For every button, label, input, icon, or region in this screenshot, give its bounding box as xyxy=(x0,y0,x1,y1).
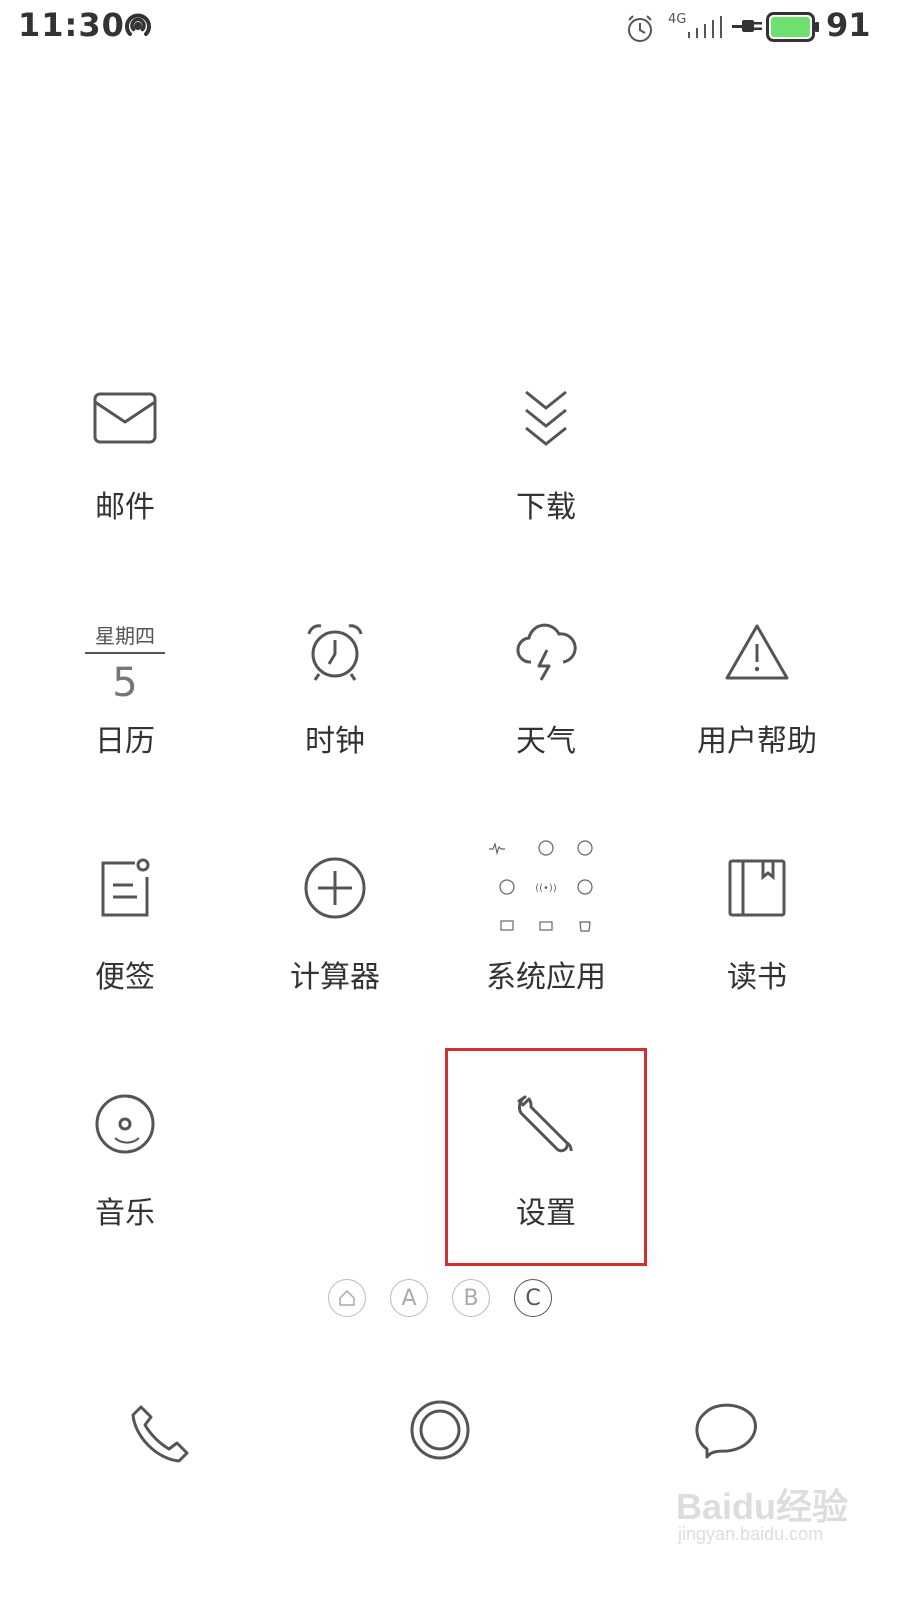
app-label: 时钟 xyxy=(305,724,365,759)
app-label: 邮件 xyxy=(95,490,155,525)
app-label: 天气 xyxy=(516,724,576,759)
app-mail[interactable]: 邮件 xyxy=(20,378,230,558)
app-weather[interactable]: 天气 xyxy=(441,612,651,792)
cloud-lightning-icon xyxy=(506,612,586,692)
note-icon xyxy=(85,848,165,928)
page-dot-b[interactable]: B xyxy=(452,1279,490,1317)
battery-icon xyxy=(766,12,820,46)
app-clock[interactable]: 时钟 xyxy=(230,612,440,792)
app-calendar[interactable]: 星期四 5 日历 xyxy=(20,612,230,792)
calendar-icon: 星期四 5 xyxy=(85,612,165,706)
app-system-folder[interactable]: ((•)) 系统应用 xyxy=(441,838,651,1018)
download-icon xyxy=(506,378,586,458)
status-bar: 11:30 4G 91 xyxy=(0,0,900,56)
app-help[interactable]: 用户帮助 xyxy=(652,612,862,792)
page-dot-c[interactable]: C xyxy=(514,1279,552,1317)
app-label: 便签 xyxy=(95,960,155,995)
app-label: 读书 xyxy=(727,960,787,995)
network-type: 4G xyxy=(668,12,687,27)
page-home-dot[interactable] xyxy=(328,1279,366,1317)
app-label: 用户帮助 xyxy=(697,724,817,759)
app-label: 下载 xyxy=(516,490,576,525)
app-reader[interactable]: 读书 xyxy=(652,848,862,1028)
chat-bubble-icon xyxy=(695,1403,757,1459)
wifi-hotspot-icon xyxy=(120,8,156,48)
status-time: 11:30 xyxy=(18,6,125,44)
app-music[interactable]: 音乐 xyxy=(20,1084,230,1264)
warning-icon xyxy=(717,612,797,692)
watermark-url: jingyan.baidu.com xyxy=(678,1524,824,1544)
book-icon xyxy=(717,848,797,928)
home-icon xyxy=(339,1289,355,1306)
signal-icon xyxy=(686,14,724,44)
alarm-clock-icon xyxy=(295,612,375,692)
disc-icon xyxy=(85,1084,165,1164)
calendar-divider xyxy=(85,652,165,654)
app-label: 计算器 xyxy=(290,960,380,995)
plus-circle-icon xyxy=(295,848,375,928)
settings-highlight-box xyxy=(445,1048,647,1266)
mail-icon xyxy=(85,378,165,458)
alarm-icon xyxy=(624,12,656,48)
watermark-text: Baidu经验 xyxy=(676,1486,849,1527)
page-dot-a[interactable]: A xyxy=(390,1279,428,1317)
baidu-watermark: Baidu经验 jingyan.baidu.com xyxy=(676,1478,886,1558)
browser-ring-icon xyxy=(410,1400,470,1460)
dock-browser[interactable] xyxy=(400,1390,480,1470)
app-label: 系统应用 xyxy=(486,960,606,995)
svg-text:((•)): ((•)) xyxy=(535,883,557,894)
charging-icon xyxy=(732,16,764,40)
folder-grid-icon: ((•)) xyxy=(481,838,611,938)
app-label: 音乐 xyxy=(95,1196,155,1231)
app-label: 日历 xyxy=(95,724,155,759)
phone-icon xyxy=(131,1405,189,1463)
app-notes[interactable]: 便签 xyxy=(20,848,230,1028)
app-download[interactable]: 下载 xyxy=(441,378,651,558)
app-calculator[interactable]: 计算器 xyxy=(230,848,440,1028)
calendar-weekday: 星期四 xyxy=(95,624,155,648)
dock-messages[interactable] xyxy=(686,1390,766,1470)
dock-phone[interactable] xyxy=(120,1394,200,1474)
calendar-day: 5 xyxy=(112,660,138,706)
battery-level: 91 xyxy=(826,6,871,44)
